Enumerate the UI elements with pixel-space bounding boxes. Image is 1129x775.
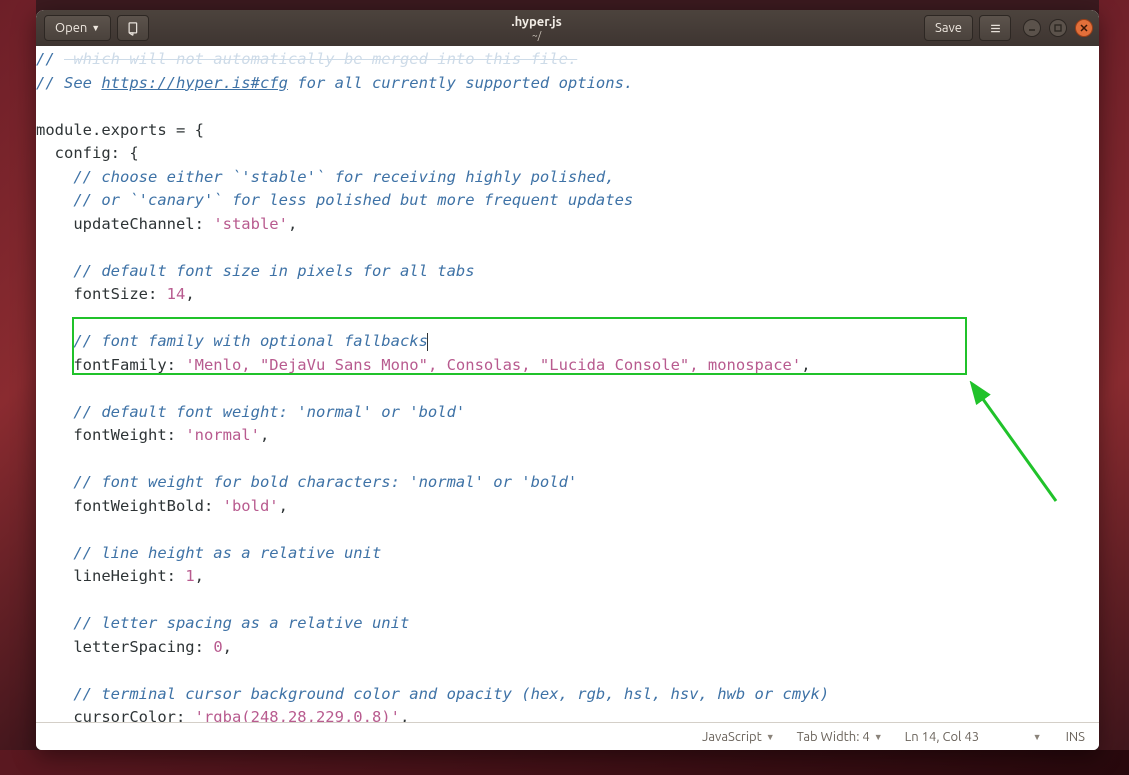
statusbar: JavaScript ▼ Tab Width: 4 ▼ Ln 14, Col 4… bbox=[36, 722, 1099, 750]
code-text: updateChannel: bbox=[36, 215, 213, 233]
code-text: , bbox=[185, 285, 194, 303]
code-text: fontFamily: bbox=[36, 356, 185, 374]
chevron-down-icon: ▼ bbox=[1033, 732, 1042, 742]
code-string: 'Menlo, "DejaVu Sans Mono", Consolas, "L… bbox=[185, 356, 801, 374]
code-text: fontWeight: bbox=[36, 426, 185, 444]
minimize-icon bbox=[1027, 23, 1037, 33]
new-document-button[interactable] bbox=[117, 15, 149, 41]
code-text: , bbox=[223, 638, 232, 656]
gedit-window: Open ▼ .hyper.js ~/ Save bbox=[36, 10, 1099, 750]
minimize-button[interactable] bbox=[1023, 19, 1041, 37]
desktop-background-right bbox=[1099, 0, 1129, 775]
maximize-icon bbox=[1053, 23, 1063, 33]
window-title-sub: ~/ bbox=[532, 30, 541, 41]
code-text: cursorColor: bbox=[36, 708, 195, 722]
desktop-background-bottom bbox=[0, 750, 1129, 775]
code-comment: // letter spacing as a relative unit bbox=[36, 614, 409, 632]
code-text: , bbox=[260, 426, 269, 444]
save-button[interactable]: Save bbox=[924, 15, 973, 41]
titlebar: Open ▼ .hyper.js ~/ Save bbox=[36, 10, 1099, 46]
code-comment: // font weight for bold characters: 'nor… bbox=[36, 473, 577, 491]
desktop-background-left bbox=[0, 0, 36, 775]
editor-area[interactable]: // which will not automatically be merge… bbox=[36, 46, 1099, 722]
statusbar-extra-menu[interactable]: ▼ bbox=[1027, 732, 1048, 742]
code-text: , bbox=[195, 567, 204, 585]
close-icon bbox=[1079, 23, 1089, 33]
code-text: fontWeightBold: bbox=[36, 497, 223, 515]
code-text: , bbox=[288, 215, 297, 233]
code-comment: // choose either `'stable'` for receivin… bbox=[36, 168, 615, 186]
code-comment: for all currently supported options. bbox=[288, 74, 633, 92]
code-text: fontSize: bbox=[36, 285, 167, 303]
window-controls bbox=[1023, 19, 1093, 37]
code-number: 14 bbox=[167, 285, 186, 303]
statusbar-language-label: JavaScript bbox=[702, 730, 762, 744]
window-title: .hyper.js ~/ bbox=[155, 15, 918, 40]
code-number: 1 bbox=[185, 567, 194, 585]
code-comment: // terminal cursor background color and … bbox=[36, 685, 829, 703]
code-text: config: { bbox=[36, 144, 139, 162]
code-comment: // or `'canary'` for less polished but m… bbox=[36, 191, 633, 209]
chevron-down-icon: ▼ bbox=[874, 732, 883, 742]
hamburger-icon bbox=[988, 21, 1003, 36]
code-text: module.exports = { bbox=[36, 121, 204, 139]
open-button-label: Open bbox=[55, 21, 87, 35]
code-text: lineHeight: bbox=[36, 567, 185, 585]
statusbar-tabwidth-selector[interactable]: Tab Width: 4 ▼ bbox=[787, 730, 893, 744]
statusbar-insert-mode[interactable]: INS bbox=[1050, 730, 1089, 744]
code-comment-clipped: which will not automatically be merged i… bbox=[64, 50, 577, 68]
maximize-button[interactable] bbox=[1049, 19, 1067, 37]
chevron-down-icon: ▼ bbox=[91, 23, 100, 33]
code-text: , bbox=[801, 356, 810, 374]
save-button-label: Save bbox=[935, 21, 962, 35]
code-comment: // line height as a relative unit bbox=[36, 544, 381, 562]
code-url: https://hyper.is#cfg bbox=[101, 74, 288, 92]
window-title-main: .hyper.js bbox=[511, 15, 561, 29]
chevron-down-icon: ▼ bbox=[766, 732, 775, 742]
document-icon bbox=[126, 21, 141, 36]
code-text: , bbox=[279, 497, 288, 515]
code-comment: // bbox=[36, 50, 64, 68]
close-button[interactable] bbox=[1075, 19, 1093, 37]
code-text: , bbox=[400, 708, 409, 722]
open-button[interactable]: Open ▼ bbox=[44, 15, 111, 41]
code-string: 'normal' bbox=[185, 426, 260, 444]
statusbar-position-label: Ln 14, Col 43 bbox=[905, 730, 979, 744]
code-text: letterSpacing: bbox=[36, 638, 213, 656]
code-string: 'stable' bbox=[213, 215, 288, 233]
text-cursor bbox=[427, 333, 428, 351]
code-string: 'bold' bbox=[223, 497, 279, 515]
statusbar-cursor-position: Ln 14, Col 43 bbox=[895, 730, 1025, 744]
statusbar-ins-label: INS bbox=[1066, 730, 1085, 744]
statusbar-language-selector[interactable]: JavaScript ▼ bbox=[692, 730, 785, 744]
code-comment: // See bbox=[36, 74, 101, 92]
statusbar-tabwidth-label: Tab Width: 4 bbox=[797, 730, 870, 744]
code-comment: // default font weight: 'normal' or 'bol… bbox=[36, 403, 465, 421]
code-comment: // default font size in pixels for all t… bbox=[36, 262, 475, 280]
code-comment: // font family with optional fallbacks bbox=[36, 332, 428, 350]
code-number: 0 bbox=[213, 638, 222, 656]
code-string: 'rgba(248,28,229,0.8)' bbox=[195, 708, 400, 722]
source-code[interactable]: // which will not automatically be merge… bbox=[36, 46, 1099, 722]
hamburger-menu-button[interactable] bbox=[979, 15, 1011, 41]
